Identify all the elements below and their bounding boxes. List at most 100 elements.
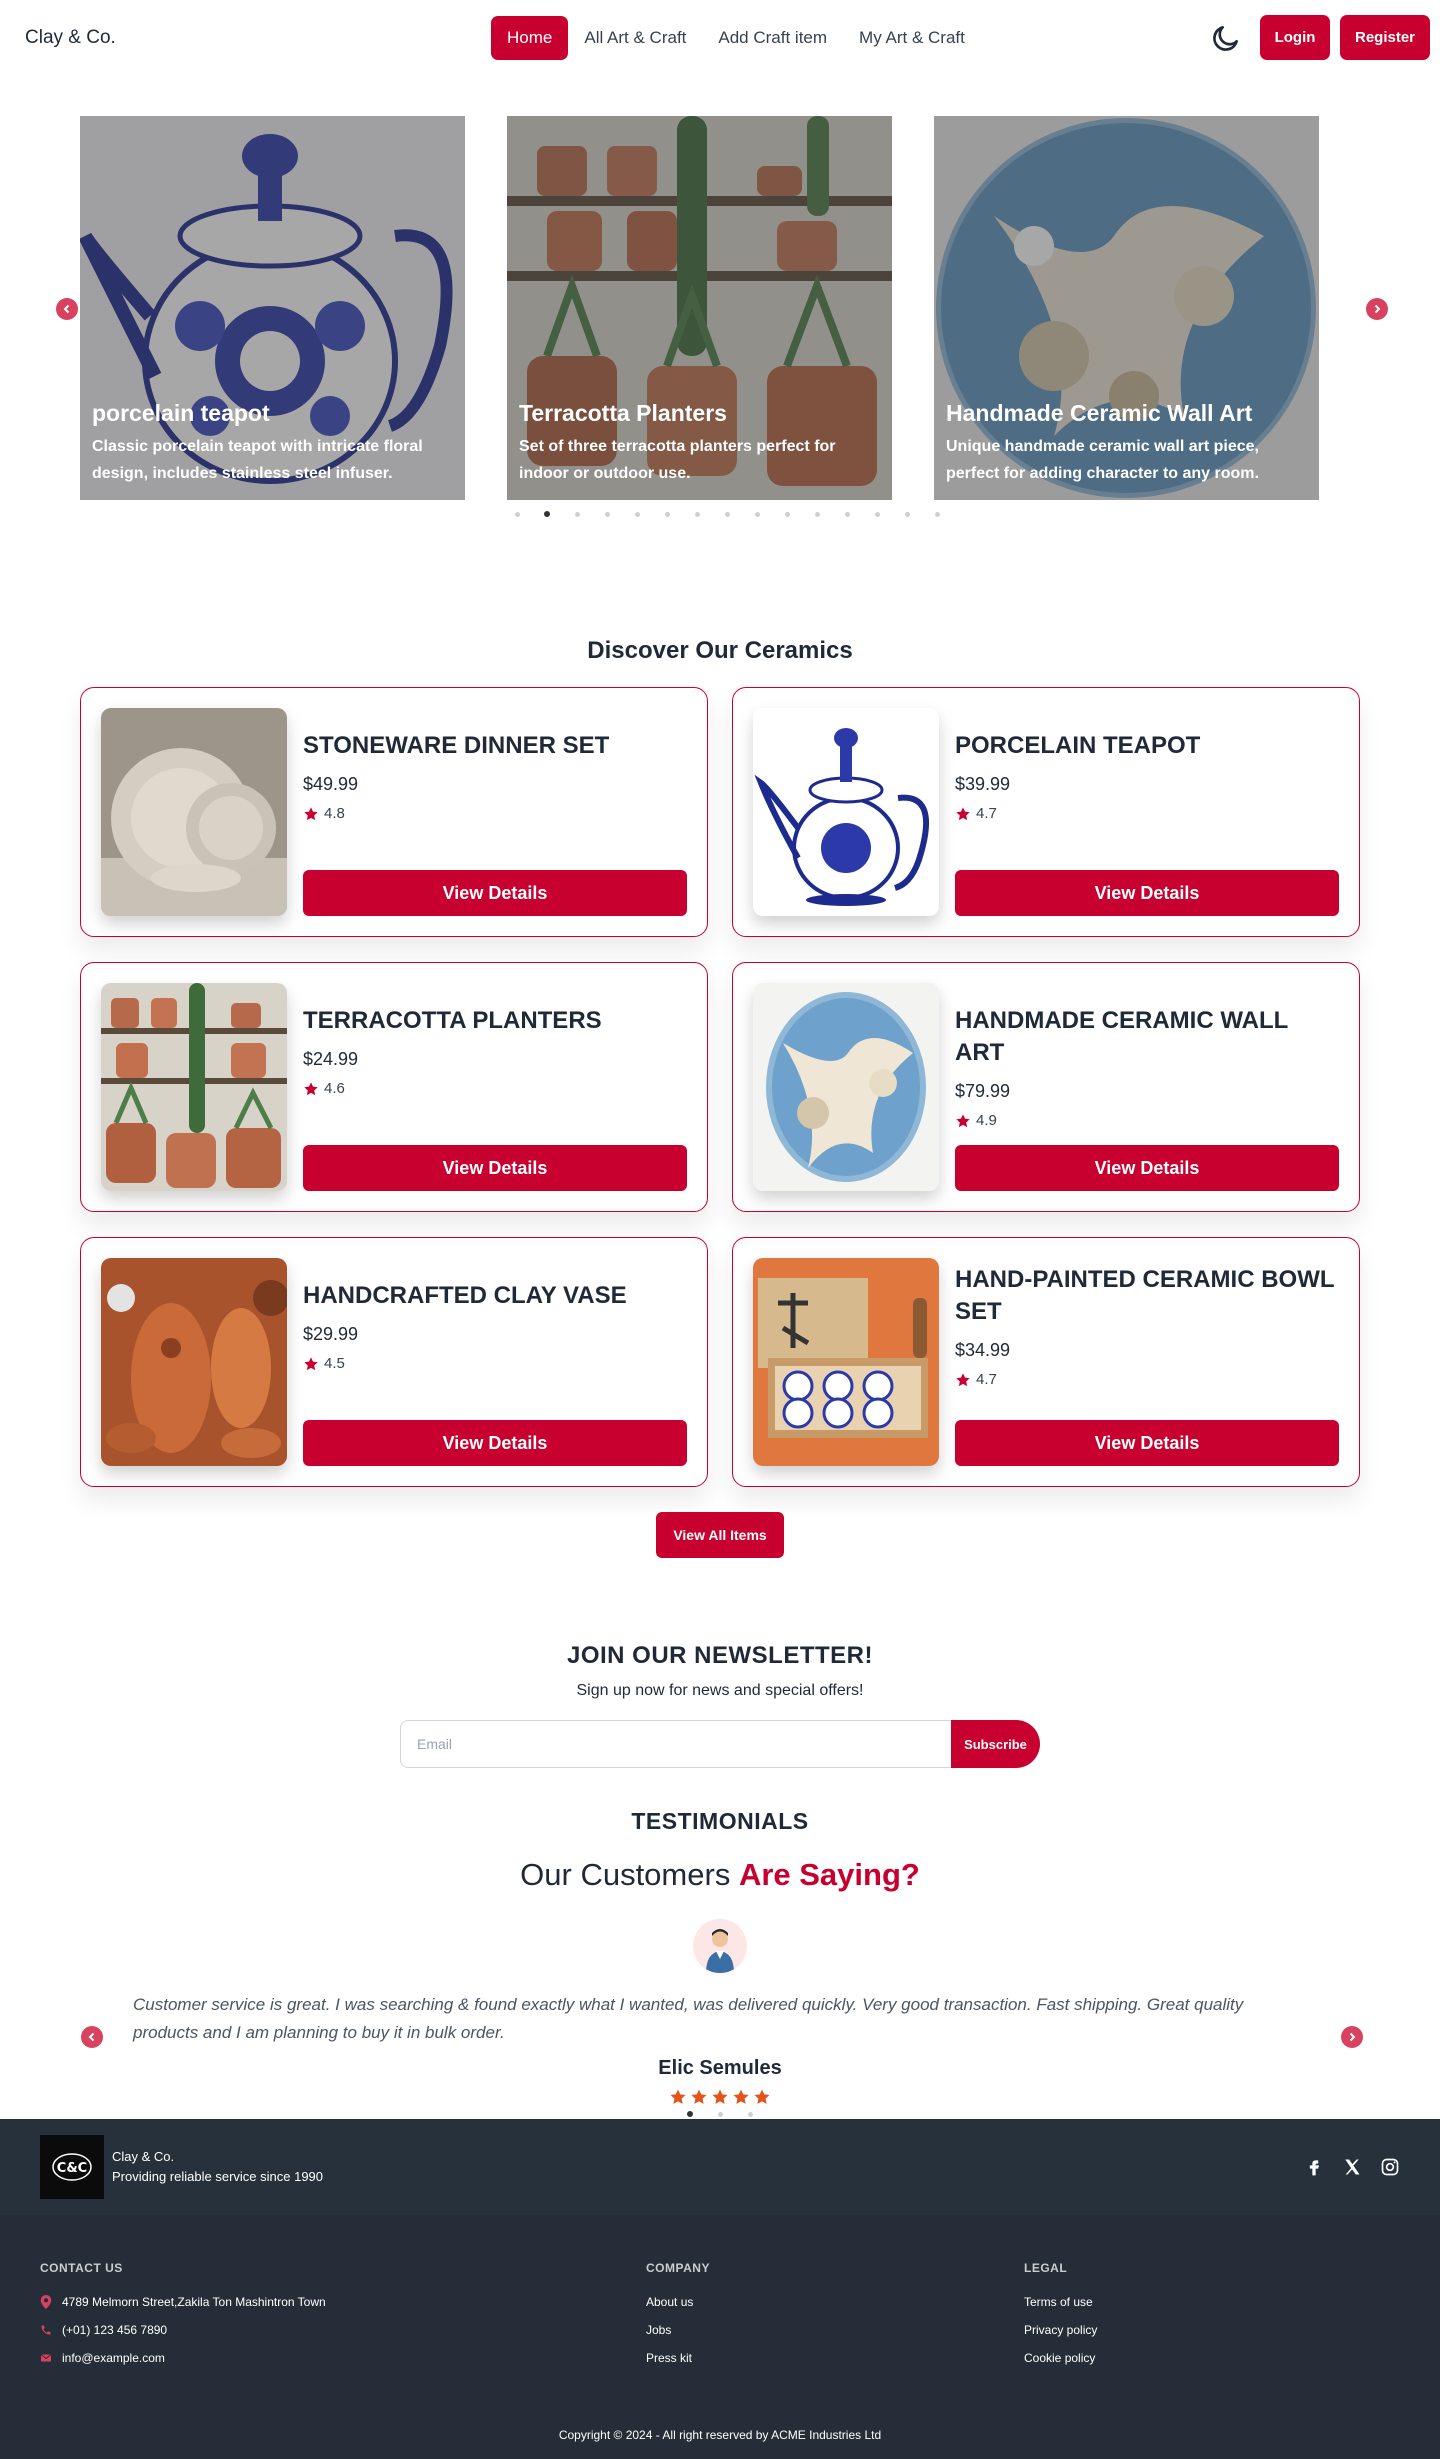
nav-link-home[interactable]: Home (491, 16, 569, 60)
product-rating: 4.7 (955, 805, 1339, 822)
carousel-dot[interactable] (742, 510, 772, 518)
slide-title: Handmade Ceramic Wall Art (946, 400, 1253, 426)
rating-value: 4.9 (976, 1112, 997, 1129)
carousel-dot[interactable] (622, 510, 652, 518)
product-title: HAND-PAINTED CERAMIC BOWL SET (955, 1266, 1335, 1325)
heading-accent: Are Saying? (738, 1857, 920, 1892)
x-twitter-icon[interactable] (1342, 2157, 1362, 2177)
product-card: TERRACOTTA PLANTERS $24.99 4.6 View Deta… (80, 962, 708, 1212)
footer-link-cookie[interactable]: Cookie policy (1024, 2351, 1097, 2365)
footer-company-name: Clay & Co. (112, 2149, 175, 2164)
footer-company-text: Clay & Co. Providing reliable service si… (112, 2147, 323, 2187)
product-info: HAND-PAINTED CERAMIC BOWL SET $34.99 4.7… (955, 1258, 1339, 1466)
carousel-dot[interactable] (802, 510, 832, 518)
product-price: $34.99 (955, 1340, 1011, 1360)
testimonial-dot[interactable] (675, 2110, 705, 2118)
product-info: TERRACOTTA PLANTERS $24.99 4.6 View Deta… (303, 983, 687, 1191)
star-icon (754, 2089, 770, 2104)
bowl-set-image (753, 1258, 939, 1466)
carousel-dot[interactable] (592, 510, 622, 518)
teapot-image (753, 708, 939, 916)
testimonial-quote: Customer service is great. I was searchi… (133, 1995, 1244, 2042)
company-logo: C&C (40, 2135, 104, 2199)
view-details-button[interactable]: View Details (303, 870, 687, 916)
star-icon (956, 1372, 970, 1386)
phone-text[interactable]: (+01) 123 456 7890 (62, 2323, 167, 2337)
carousel-dot[interactable] (532, 510, 562, 518)
testimonial-next-button[interactable] (1341, 2026, 1363, 2048)
product-card: STONEWARE DINNER SET $49.99 4.8 View Det… (80, 687, 708, 937)
moon-icon[interactable] (1208, 20, 1244, 56)
product-card: PORCELAIN TEAPOT $39.99 4.7 View Details (732, 687, 1360, 937)
product-card: HAND-PAINTED CERAMIC BOWL SET $34.99 4.7… (732, 1237, 1360, 1487)
view-details-button[interactable]: View Details (303, 1145, 687, 1191)
star-icon (304, 1081, 318, 1095)
carousel-prev-button[interactable] (56, 298, 78, 320)
testimonial-dot[interactable] (735, 2110, 765, 2118)
product-price: $29.99 (303, 1324, 359, 1344)
nav-link-my-art-craft[interactable]: My Art & Craft (843, 16, 981, 60)
subscribe-button[interactable]: Subscribe (951, 1720, 1040, 1768)
email-text[interactable]: info@example.com (62, 2351, 165, 2365)
map-pin-icon (40, 2295, 52, 2309)
carousel-dot[interactable] (712, 510, 742, 518)
carousel-slide[interactable]: porcelain teapot Classic porcelain teapo… (80, 116, 465, 500)
view-details-button[interactable]: View Details (303, 1420, 687, 1466)
footer-link-press-kit[interactable]: Press kit (646, 2351, 710, 2365)
slide-caption: Handmade Ceramic Wall Art Unique handmad… (946, 400, 1309, 487)
email-input[interactable] (400, 1720, 951, 1768)
chevron-right-icon (1349, 2032, 1356, 2042)
footer-link-about[interactable]: About us (646, 2295, 710, 2309)
nav-link-add-craft-item[interactable]: Add Craft item (702, 16, 843, 60)
register-button[interactable]: Register (1340, 15, 1430, 60)
product-grid: STONEWARE DINNER SET $49.99 4.8 View Det… (80, 687, 1360, 1487)
slide-title: Terracotta Planters (519, 400, 727, 426)
product-rating: 4.9 (955, 1112, 1339, 1129)
brand-name[interactable]: Clay & Co. (25, 27, 116, 49)
product-rating: 4.5 (303, 1355, 687, 1372)
view-details-button[interactable]: View Details (955, 870, 1339, 916)
dinner-set-image (101, 708, 287, 916)
product-card: HANDMADE CERAMIC WALL ART $79.99 4.9 Vie… (732, 962, 1360, 1212)
slide-caption: porcelain teapot Classic porcelain teapo… (92, 400, 455, 487)
carousel-dot[interactable] (832, 510, 862, 518)
testimonials-title: TESTIMONIALS (631, 1808, 809, 1834)
testimonial-dot[interactable] (705, 2110, 735, 2118)
contact-phone: (+01) 123 456 7890 (40, 2323, 326, 2337)
carousel-dot[interactable] (562, 510, 592, 518)
footer-link-privacy[interactable]: Privacy policy (1024, 2323, 1097, 2337)
carousel-dot[interactable] (892, 510, 922, 518)
view-all-items-button[interactable]: View All Items (656, 1512, 784, 1558)
carousel-slide[interactable]: Terracotta Planters Set of three terraco… (507, 116, 892, 500)
star-icon (733, 2089, 749, 2104)
footer-link-terms[interactable]: Terms of use (1024, 2295, 1097, 2309)
slide-description: Set of three terracotta planters perfect… (519, 438, 836, 482)
carousel-dot[interactable] (862, 510, 892, 518)
hero-carousel: porcelain teapot Classic porcelain teapo… (0, 116, 1440, 586)
star-icon (304, 1356, 318, 1370)
carousel-dot[interactable] (502, 510, 532, 518)
instagram-icon[interactable] (1380, 2157, 1400, 2177)
product-price: $79.99 (955, 1081, 1011, 1101)
product-title: PORCELAIN TEAPOT (955, 732, 1201, 759)
carousel-dot[interactable] (652, 510, 682, 518)
nav-link-all-art-craft[interactable]: All Art & Craft (568, 16, 702, 60)
product-info: HANDCRAFTED CLAY VASE $29.99 4.5 View De… (303, 1258, 687, 1466)
copyright-text: Copyright © 2024 - All right reserved by… (558, 2428, 882, 2442)
star-icon (956, 806, 970, 820)
carousel-dot[interactable] (772, 510, 802, 518)
facebook-icon[interactable] (1304, 2157, 1324, 2177)
login-button[interactable]: Login (1260, 15, 1330, 60)
contact-address: 4789 Melmorn Street,Zakila Ton Mashintro… (40, 2295, 326, 2309)
rating-value: 4.6 (324, 1080, 345, 1097)
footer-legal-column: LEGAL Terms of use Privacy policy Cookie… (1024, 2261, 1097, 2379)
product-title: STONEWARE DINNER SET (303, 732, 610, 759)
view-details-button[interactable]: View Details (955, 1420, 1339, 1466)
view-details-button[interactable]: View Details (955, 1145, 1339, 1191)
carousel-dot[interactable] (922, 510, 952, 518)
footer-link-jobs[interactable]: Jobs (646, 2323, 710, 2337)
carousel-next-button[interactable] (1366, 298, 1388, 320)
carousel-slide[interactable]: Handmade Ceramic Wall Art Unique handmad… (934, 116, 1319, 500)
carousel-dot[interactable] (682, 510, 712, 518)
testimonial-prev-button[interactable] (81, 2026, 103, 2048)
